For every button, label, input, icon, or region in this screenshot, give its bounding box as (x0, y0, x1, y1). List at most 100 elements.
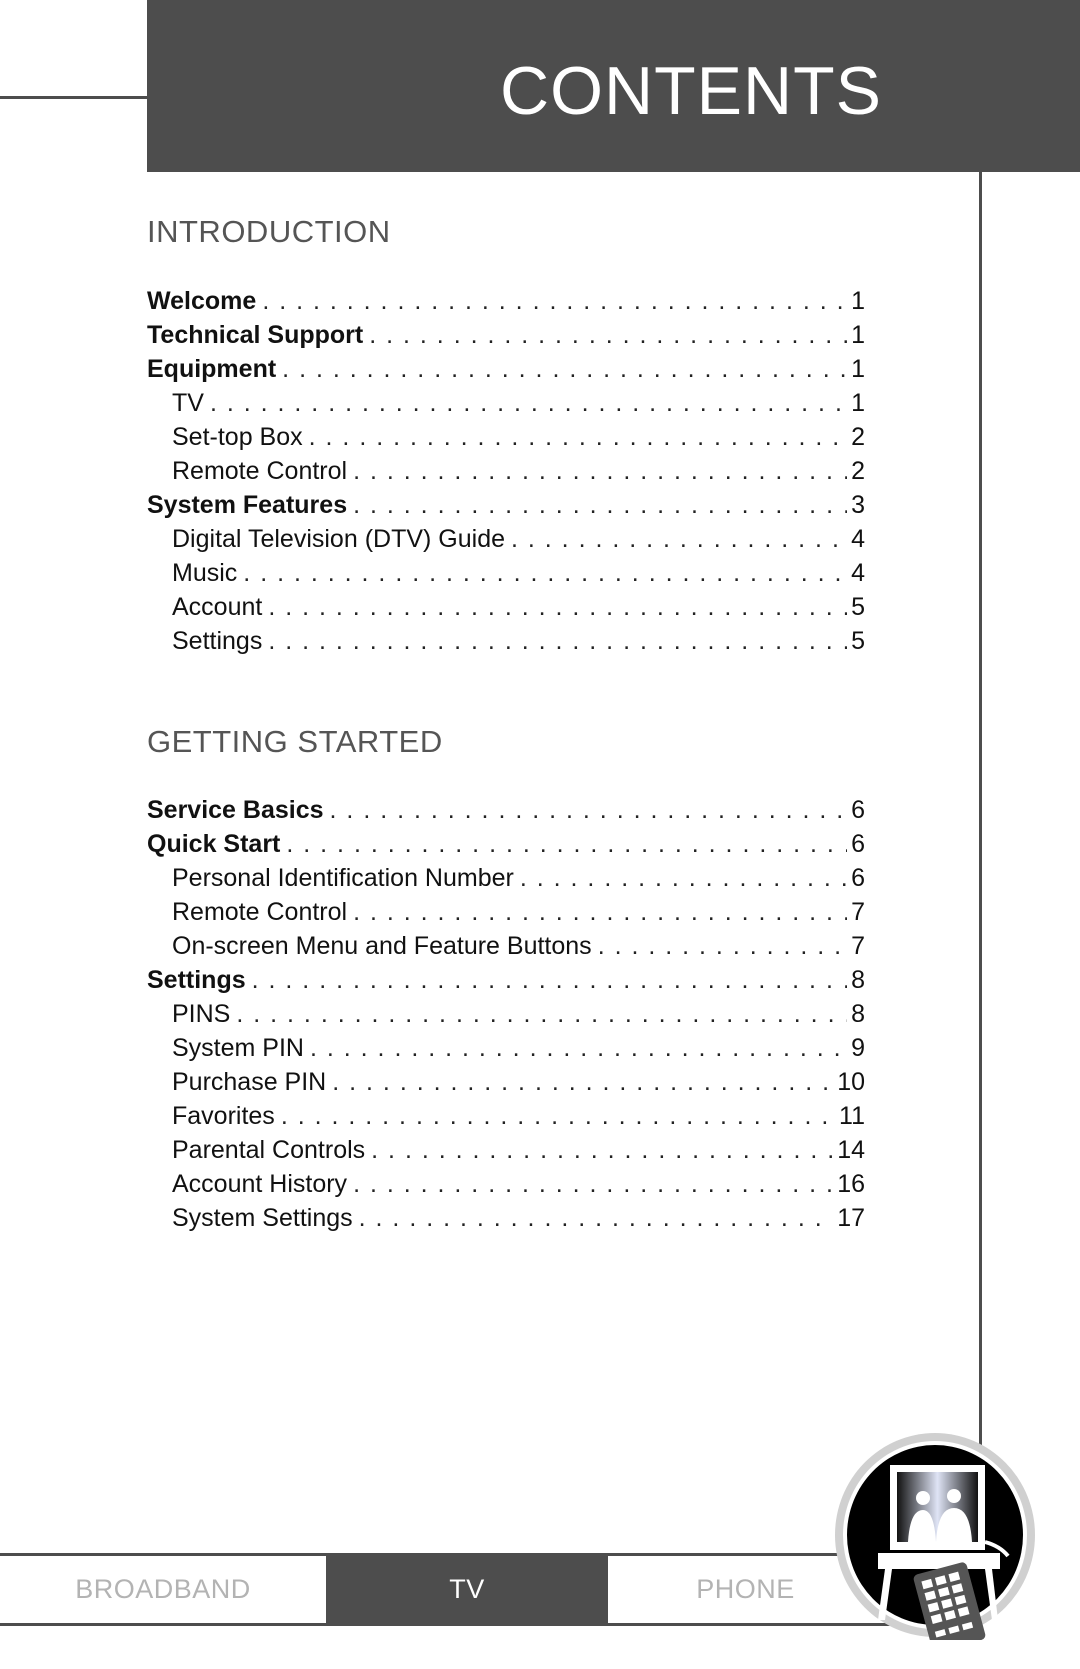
toc-entry-label: Set-top Box (147, 420, 309, 454)
dot-leader (353, 488, 847, 522)
toc-entry-label: Settings (147, 963, 252, 997)
toc-entry[interactable]: On-screen Menu and Feature Buttons 7 (147, 929, 865, 963)
tab-tv[interactable]: TV (326, 1556, 608, 1623)
toc-entry[interactable]: Technical Support 1 (147, 318, 865, 352)
dot-leader (310, 1031, 847, 1065)
toc-entry-label: System PIN (147, 1031, 310, 1065)
dot-leader (332, 1065, 833, 1099)
toc-entry-label: Quick Start (147, 827, 287, 861)
toc-entry-page: 4 (851, 559, 865, 587)
toc-entry-label: Account History (147, 1167, 354, 1201)
dot-leader (330, 793, 848, 827)
toc-entry[interactable]: Welcome 1 (147, 284, 865, 318)
toc-entry[interactable]: System PIN 9 (147, 1031, 865, 1065)
dot-leader (268, 624, 847, 658)
section-title-getting-started: GETTING STARTED (147, 724, 443, 759)
toc-entry-label: Equipment (147, 352, 283, 386)
dot-leader (353, 454, 847, 488)
toc-entry-label: Welcome (147, 284, 263, 318)
toc-entry[interactable]: Remote Control 7 (147, 895, 865, 929)
dot-leader (282, 352, 847, 386)
dot-leader (598, 929, 847, 963)
left-rule (0, 96, 148, 99)
toc-entry-page: 8 (851, 1000, 865, 1028)
toc-entry[interactable]: Favorites 11 (147, 1099, 865, 1133)
toc-introduction: Welcome 1 Technical Support 1 Equipment 1 TV 1 S… (147, 284, 865, 658)
toc-entry-page: 17 (837, 1204, 865, 1232)
toc-entry[interactable]: Parental Controls 14 (147, 1133, 865, 1167)
tv-remote-icon (835, 1433, 1035, 1640)
toc-entry[interactable]: System Settings 17 (147, 1201, 865, 1235)
toc-entry-page: 5 (851, 593, 865, 621)
toc-entry[interactable]: Set-top Box 2 (147, 420, 865, 454)
dot-leader (286, 827, 847, 861)
dot-leader (353, 1167, 833, 1201)
toc-entry-label: Parental Controls (147, 1133, 372, 1167)
toc-entry-label: Remote Control (147, 454, 354, 488)
toc-entry-label: System Features (147, 488, 354, 522)
toc-entry-page: 6 (851, 796, 865, 824)
toc-entry[interactable]: Quick Start 6 (147, 827, 865, 861)
header-banner: CONTENTS (147, 0, 1080, 172)
footer-rule-bottom (0, 1623, 900, 1626)
toc-entry-page: 16 (837, 1170, 865, 1198)
dot-leader (511, 522, 847, 556)
right-rule (979, 172, 982, 1462)
toc-entry[interactable]: Settings 8 (147, 963, 865, 997)
toc-entry-label: Remote Control (147, 895, 354, 929)
toc-entry-page: 1 (851, 389, 865, 417)
dot-leader (359, 1201, 834, 1235)
dot-leader (309, 420, 847, 454)
toc-entry-label: Favorites (147, 1099, 281, 1133)
toc-entry-page: 7 (851, 898, 865, 926)
section-title-introduction: INTRODUCTION (147, 214, 391, 249)
toc-entry[interactable]: Service Basics 6 (147, 793, 865, 827)
toc-entry-page: 1 (851, 287, 865, 315)
toc-entry[interactable]: System Features 3 (147, 488, 865, 522)
toc-entry-label: Digital Television (DTV) Guide (147, 522, 511, 556)
tab-broadband[interactable]: BROADBAND (0, 1556, 326, 1623)
toc-entry-label: Music (147, 556, 244, 590)
dot-leader (268, 590, 847, 624)
toc-entry-page: 9 (851, 1034, 865, 1062)
dot-leader (252, 963, 847, 997)
toc-entry[interactable]: Account 5 (147, 590, 865, 624)
toc-entry-label: System Settings (147, 1201, 359, 1235)
toc-entry-label: PINS (147, 997, 237, 1031)
toc-entry-page: 5 (851, 627, 865, 655)
dot-leader (369, 318, 847, 352)
toc-entry-page: 1 (851, 355, 865, 383)
toc-entry[interactable]: Purchase PIN 10 (147, 1065, 865, 1099)
dot-leader (353, 895, 847, 929)
toc-entry[interactable]: TV 1 (147, 386, 865, 420)
toc-entry-page: 8 (851, 966, 865, 994)
toc-entry-page: 3 (851, 491, 865, 519)
toc-entry-page: 14 (837, 1136, 865, 1164)
toc-entry[interactable]: Account History 16 (147, 1167, 865, 1201)
dot-leader (520, 861, 847, 895)
toc-entry-page: 1 (851, 321, 865, 349)
toc-entry-page: 11 (839, 1102, 865, 1130)
dot-leader (281, 1099, 835, 1133)
toc-entry[interactable]: Settings 5 (147, 624, 865, 658)
toc-entry-page: 6 (851, 830, 865, 858)
toc-getting-started: Service Basics6Quick Start6Personal Iden… (147, 793, 865, 1235)
toc-entry-label: On-screen Menu and Feature Buttons (147, 929, 598, 963)
toc-entry-label: Purchase PIN (147, 1065, 333, 1099)
dot-leader (236, 997, 847, 1031)
toc-entry[interactable]: Digital Television (DTV) Guide 4 (147, 522, 865, 556)
toc-entry[interactable]: Equipment 1 (147, 352, 865, 386)
toc-entry-page: 10 (837, 1068, 865, 1096)
dot-leader (243, 556, 847, 590)
toc-entry-page: 4 (851, 525, 865, 553)
toc-entry[interactable]: Music 4 (147, 556, 865, 590)
toc-entry-page: 6 (851, 864, 865, 892)
toc-entry[interactable]: Remote Control 2 (147, 454, 865, 488)
toc-entry[interactable]: PINS 8 (147, 997, 865, 1031)
toc-entry-page: 7 (851, 932, 865, 960)
toc-entry-label: Account (147, 590, 269, 624)
toc-entry-label: Settings (147, 624, 269, 658)
dot-leader (262, 284, 847, 318)
toc-entry[interactable]: Personal Identification Number 6 (147, 861, 865, 895)
toc-entry-label: Service Basics (147, 793, 330, 827)
